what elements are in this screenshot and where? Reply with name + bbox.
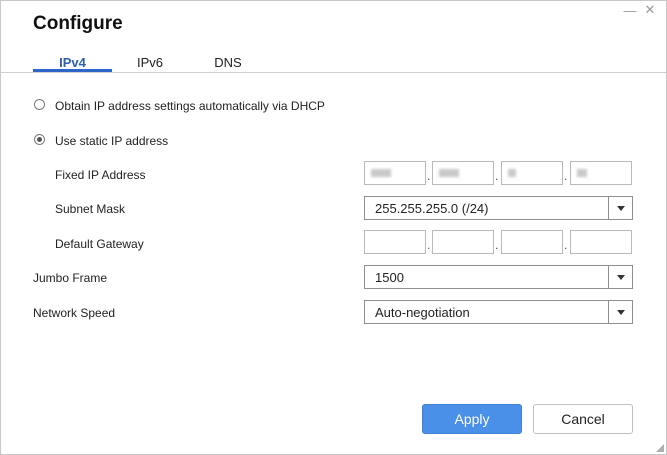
jumbo-frame-value: 1500: [375, 269, 404, 285]
gateway-octet-3[interactable]: [501, 230, 563, 254]
window-controls: — ✕: [624, 2, 656, 18]
ip-separator: .: [564, 238, 568, 252]
static-ip-label[interactable]: Use static IP address: [55, 134, 168, 148]
fixed-ip-octet-3[interactable]: [501, 161, 563, 185]
gateway-octet-2[interactable]: [432, 230, 494, 254]
fixed-ip-octet-2[interactable]: [432, 161, 494, 185]
resize-handle-icon[interactable]: [656, 444, 664, 452]
dhcp-radio[interactable]: [34, 99, 45, 110]
subnet-mask-label: Subnet Mask: [55, 202, 126, 216]
gateway-octet-4[interactable]: [570, 230, 632, 254]
tab-dns[interactable]: DNS: [206, 55, 250, 70]
subnet-mask-select[interactable]: 255.255.255.0 (/24): [364, 196, 633, 220]
tab-ipv4[interactable]: IPv4: [33, 55, 112, 70]
jumbo-frame-select[interactable]: 1500: [364, 265, 633, 289]
minimize-icon[interactable]: —: [624, 3, 637, 18]
fixed-ip-octet-4[interactable]: [570, 161, 632, 185]
dhcp-label[interactable]: Obtain IP address settings automatically…: [55, 99, 325, 113]
apply-button[interactable]: Apply: [422, 404, 522, 434]
ip-separator: .: [427, 238, 431, 252]
default-gateway-label: Default Gateway: [55, 237, 144, 251]
tab-ipv6[interactable]: IPv6: [127, 55, 173, 70]
gateway-octet-1[interactable]: [364, 230, 426, 254]
redacted-value: [439, 169, 459, 177]
fixed-ip-label: Fixed IP Address: [55, 168, 146, 182]
static-ip-radio[interactable]: [34, 134, 45, 145]
ip-separator: .: [564, 169, 568, 183]
fixed-ip-octet-1[interactable]: [364, 161, 426, 185]
redacted-value: [508, 169, 516, 177]
subnet-mask-value: 255.255.255.0 (/24): [375, 200, 489, 216]
ip-separator: .: [495, 169, 499, 183]
ip-separator: .: [495, 238, 499, 252]
chevron-down-icon[interactable]: [608, 266, 632, 288]
jumbo-frame-label: Jumbo Frame: [33, 271, 108, 285]
dialog-title: Configure: [33, 13, 123, 34]
redacted-value: [371, 169, 391, 177]
ip-separator: .: [427, 169, 431, 183]
network-speed-value: Auto-negotiation: [375, 304, 470, 320]
redacted-value: [577, 169, 587, 177]
chevron-down-icon[interactable]: [608, 197, 632, 219]
active-tab-indicator: [33, 69, 112, 72]
chevron-down-icon[interactable]: [608, 301, 632, 323]
cancel-button[interactable]: Cancel: [533, 404, 633, 434]
network-speed-select[interactable]: Auto-negotiation: [364, 300, 633, 324]
network-speed-label: Network Speed: [33, 306, 116, 320]
configure-dialog: — ✕ Configure IPv4 IPv6 DNS Obtain IP ad…: [0, 0, 667, 455]
close-icon[interactable]: ✕: [644, 2, 656, 17]
